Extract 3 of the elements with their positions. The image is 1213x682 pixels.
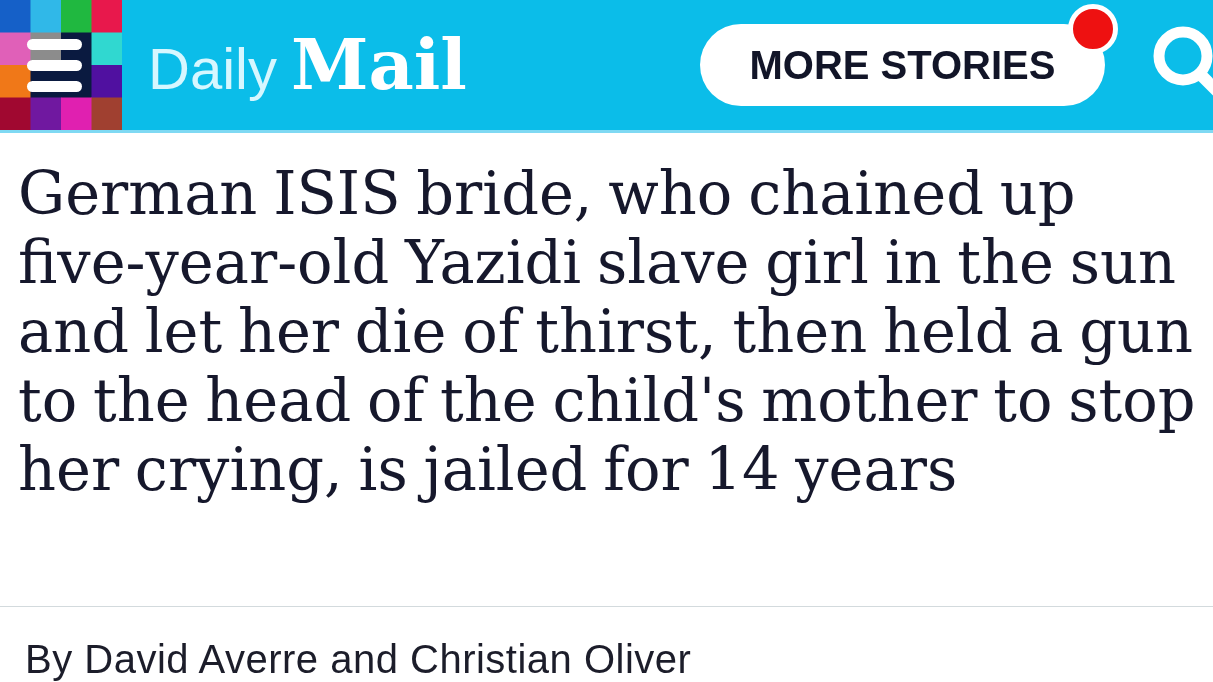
article-byline: By David Averre and Christian Oliver xyxy=(25,637,693,681)
menu-icon[interactable] xyxy=(0,0,122,130)
article-headline: German ISIS bride, who chained up five-year-old Yazidi slave girl in the sun and let her die of thirst, then held a gun to the head of the child's mother to stop her crying, is jailed for 14 years xyxy=(18,159,1197,504)
